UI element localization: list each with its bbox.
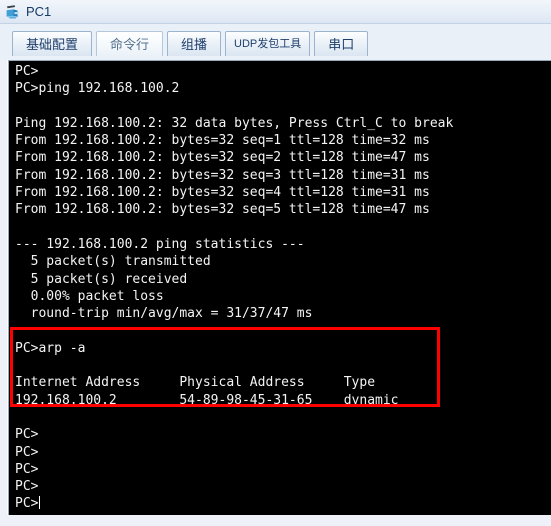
terminal-line: PC>	[15, 479, 39, 495]
tab-bar: 基础配置 命令行 组播 UDP发包工具 串口	[0, 24, 551, 56]
tab-udp-tool[interactable]: UDP发包工具	[225, 31, 311, 56]
prompt-text: PC>	[15, 496, 39, 512]
terminal-line: 5 packet(s) transmitted	[15, 254, 211, 270]
terminal-line: Ping 192.168.100.2: 32 data bytes, Press…	[15, 115, 454, 131]
terminal-line-arp-entry: 192.168.100.2 54-89-98-45-31-65 dynamic	[15, 392, 399, 408]
terminal-line: From 192.168.100.2: bytes=32 seq=4 ttl=1…	[15, 185, 430, 201]
pc1-window: PC1 基础配置 命令行 组播 UDP发包工具 串口 PC> PC>ping 1…	[0, 0, 551, 526]
tab-multicast[interactable]: 组播	[167, 31, 222, 56]
terminal-line: From 192.168.100.2: bytes=32 seq=3 ttl=1…	[15, 167, 430, 183]
window-titlebar: PC1	[0, 0, 551, 24]
terminal-line: 0.00% packet loss	[15, 288, 164, 304]
window-title: PC1	[26, 3, 52, 19]
text-cursor	[39, 496, 41, 510]
terminal-prompt-active: PC>	[15, 495, 551, 512]
tab-command-line[interactable]: 命令行	[96, 31, 164, 56]
tab-serial-port[interactable]: 串口	[314, 31, 369, 56]
terminal-output: PC> PC>ping 192.168.100.2 Ping 192.168.1…	[9, 61, 551, 513]
pc-device-icon	[4, 3, 22, 21]
terminal-line-arp-header: Internet Address Physical Address Type	[15, 375, 376, 391]
terminal-line: 5 packet(s) received	[15, 271, 188, 287]
terminal-line: PC>ping 192.168.100.2	[15, 81, 180, 97]
terminal-line: From 192.168.100.2: bytes=32 seq=5 ttl=1…	[15, 202, 430, 218]
terminal-line: PC>	[15, 444, 39, 460]
terminal-line: From 192.168.100.2: bytes=32 seq=2 ttl=1…	[15, 150, 430, 166]
terminal-left-gutter	[0, 60, 8, 515]
terminal-line: round-trip min/avg/max = 31/37/47 ms	[15, 306, 313, 322]
terminal-line: PC>	[15, 64, 39, 79]
tab-basic-config[interactable]: 基础配置	[12, 31, 93, 56]
command-line-terminal[interactable]: PC> PC>ping 192.168.100.2 Ping 192.168.1…	[8, 60, 551, 515]
terminal-line-arp-command: PC>arp -a	[15, 340, 86, 356]
terminal-line: --- 192.168.100.2 ping statistics ---	[15, 236, 305, 252]
window-bottom-strip	[0, 515, 551, 526]
terminal-line: From 192.168.100.2: bytes=32 seq=1 ttl=1…	[15, 133, 430, 149]
terminal-line: PC>	[15, 427, 39, 443]
terminal-line: PC>	[15, 461, 39, 477]
